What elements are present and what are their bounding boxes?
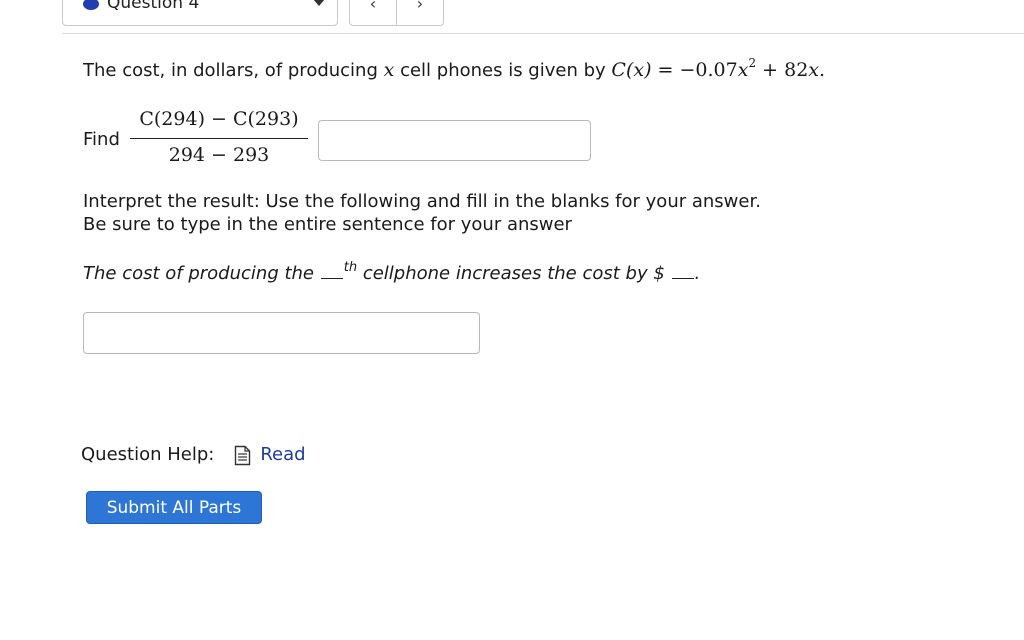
- amount-blank: [671, 262, 694, 279]
- problem-intro-text: The cost, in dollars, of producing: [83, 60, 378, 81]
- chevron-right-icon: ›: [416, 0, 424, 13]
- question-nav-group: ‹ ›: [349, 0, 444, 26]
- read-help-link[interactable]: Read: [260, 443, 305, 467]
- problem-intro-after-text: cell phones is given by: [400, 60, 606, 81]
- ordinal-blank: [320, 262, 343, 279]
- question-select-label: Question 4: [107, 0, 200, 13]
- interpret-line-2: Be sure to type in the entire sentence f…: [83, 214, 572, 235]
- sentence-answer-input[interactable]: [83, 312, 480, 354]
- question-select-dropdown[interactable]: Question 4: [62, 0, 338, 26]
- problem-variable: x: [383, 59, 395, 81]
- question-page: Question 4 ‹ › The cost, in dollars, of …: [0, 0, 1024, 640]
- document-icon: [234, 445, 251, 466]
- fraction-denominator: 294 − 293: [168, 144, 270, 166]
- cost-function: C(x) = −0.07x2 + 82x.: [611, 56, 826, 81]
- sentence-part-1: The cost of producing the: [83, 263, 315, 284]
- sentence-end: .: [694, 263, 701, 284]
- question-help-label: Question Help:: [81, 444, 215, 465]
- question-help: Question Help: Read: [81, 443, 306, 467]
- difference-quotient: C(294) − C(293) 294 − 293: [130, 106, 308, 170]
- difference-quotient-answer-input[interactable]: [318, 120, 591, 161]
- chevron-left-icon: ‹: [369, 0, 377, 13]
- previous-question-button[interactable]: ‹: [350, 0, 396, 25]
- interpret-line-1: Interpret the result: Use the following …: [83, 191, 761, 212]
- sentence-part-2: cellphone increases the cost by $: [362, 263, 665, 284]
- question-status-dot-icon: [83, 0, 99, 10]
- header-divider: [62, 33, 1024, 34]
- find-label: Find: [83, 129, 120, 150]
- chevron-down-icon: [313, 0, 325, 6]
- problem-statement: The cost, in dollars, of producing x cel…: [83, 56, 826, 83]
- ordinal-suffix: th: [343, 260, 358, 275]
- fraction-bar: [130, 138, 308, 139]
- submit-all-parts-button[interactable]: Submit All Parts: [86, 491, 262, 524]
- fraction-numerator: C(294) − C(293): [139, 108, 299, 130]
- interpret-instructions: Interpret the result: Use the following …: [83, 190, 761, 236]
- next-question-button[interactable]: ›: [396, 0, 443, 25]
- fill-in-sentence: The cost of producing the th cellphone i…: [83, 260, 701, 286]
